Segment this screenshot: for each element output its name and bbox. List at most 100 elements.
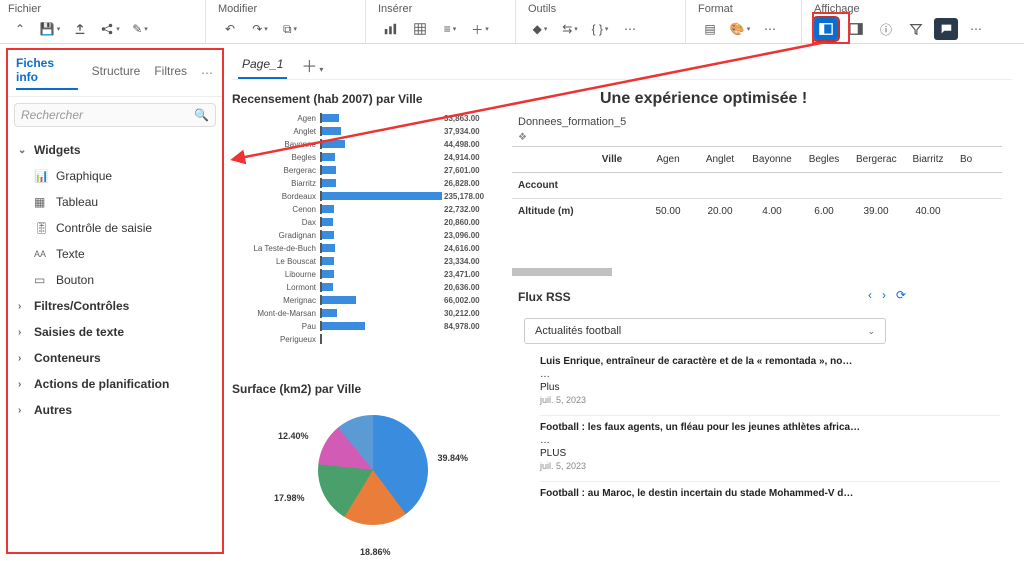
menu-group-file: Fichier ⌃ 💾▾ ▾ ✎▾ xyxy=(0,0,206,43)
pie-label-1: 39.84% xyxy=(437,453,468,463)
share-icon[interactable]: ▾ xyxy=(98,18,122,40)
col-truncated: Bo xyxy=(954,147,978,172)
bar-track xyxy=(320,256,440,266)
insert-chart-icon[interactable] xyxy=(378,18,402,40)
rss-item[interactable]: Football : au Maroc, le destin incertain… xyxy=(540,482,1000,509)
cat-conteneurs[interactable]: ›Conteneurs xyxy=(14,345,216,371)
undo-icon[interactable]: ↶ xyxy=(218,18,242,40)
bar-row: Libourne23,471.00 xyxy=(232,268,502,280)
cat-filtres[interactable]: ›Filtres/Contrôles xyxy=(14,293,216,319)
bar-track xyxy=(320,321,440,331)
chevron-down-icon: ⌄ xyxy=(18,145,28,156)
bar-category: Agen xyxy=(232,114,320,123)
tab-structure[interactable]: Structure xyxy=(92,64,141,82)
widget-bouton[interactable]: ▭Bouton xyxy=(14,267,216,293)
comments-icon[interactable] xyxy=(934,18,958,40)
page-tab-1[interactable]: Page_1 xyxy=(238,51,287,79)
panel-left-icon[interactable] xyxy=(814,18,838,40)
info-icon[interactable]: ⓘ xyxy=(874,18,898,40)
cat-widgets[interactable]: ⌄Widgets xyxy=(14,137,216,163)
bar-row: Perigueux xyxy=(232,333,502,345)
rss-prev-icon[interactable]: ‹ xyxy=(868,288,872,302)
bar-value: 23,096.00 xyxy=(444,231,480,240)
copy-icon[interactable]: ⧉▾ xyxy=(278,18,302,40)
bar-value: 24,914.00 xyxy=(444,153,480,162)
bar-fill xyxy=(322,283,333,291)
menu-label-format: Format xyxy=(698,3,793,15)
tab-more-icon[interactable]: ⋯ xyxy=(201,66,214,80)
panel-right-icon[interactable] xyxy=(844,18,868,40)
bar-chart-title: Recensement (hab 2007) par Ville xyxy=(232,92,423,106)
insert-table-icon[interactable] xyxy=(408,18,432,40)
bar-category: Anglet xyxy=(232,127,320,136)
bar-value: 30,212.00 xyxy=(444,309,480,318)
bar-row: Mont-de-Marsan 30,212.00 xyxy=(232,307,502,319)
button-icon: ▭ xyxy=(34,273,48,287)
flow-icon[interactable]: ⇆▾ xyxy=(558,18,582,40)
view-more-icon[interactable]: ⋯ xyxy=(964,18,988,40)
widget-graphique[interactable]: 📊Graphique xyxy=(14,163,216,189)
col-begles: Begles xyxy=(798,147,850,172)
insert-control-icon[interactable]: ≡▾ xyxy=(438,18,462,40)
bar-fill xyxy=(322,309,337,317)
search-input[interactable] xyxy=(21,108,194,122)
rss-refresh-icon[interactable]: ⟳ xyxy=(896,288,906,302)
menu-group-format: Format ▤ 🎨▾ ⋯ xyxy=(686,0,802,43)
pie-label-3: 17.98% xyxy=(274,493,305,503)
cat-saisies[interactable]: ›Saisies de texte xyxy=(14,319,216,345)
rss-dropdown[interactable]: Actualités football ⌄ xyxy=(524,318,886,344)
menubar: Fichier ⌃ 💾▾ ▾ ✎▾ Modifier ↶ ↷▾ ⧉▾ Insér… xyxy=(0,0,1024,44)
save-icon[interactable]: 💾▾ xyxy=(38,18,62,40)
tab-fiches-info[interactable]: Fiches info xyxy=(16,56,78,90)
bar-track xyxy=(320,204,440,214)
cat-planification[interactable]: ›Actions de planification xyxy=(14,371,216,397)
bar-category: Le Bouscat xyxy=(232,257,320,266)
tools-more-icon[interactable]: ⋯ xyxy=(618,18,642,40)
search-box[interactable]: 🔍 xyxy=(14,103,216,127)
bar-track xyxy=(320,139,440,149)
bar-row: Biarritz26,828.00 xyxy=(232,177,502,189)
menubar-collapse[interactable]: ⌃ xyxy=(8,18,32,40)
rss-next-icon[interactable]: › xyxy=(882,288,886,302)
format-more-icon[interactable]: ⋯ xyxy=(758,18,782,40)
add-page-button[interactable]: ＋▾ xyxy=(301,53,323,77)
redo-icon[interactable]: ↷▾ xyxy=(248,18,272,40)
cat-autres[interactable]: ›Autres xyxy=(14,397,216,423)
edit-icon[interactable]: ✎▾ xyxy=(128,18,152,40)
menu-label-file: Fichier xyxy=(8,3,197,15)
chevron-right-icon: › xyxy=(18,327,28,338)
bar-track xyxy=(320,295,440,305)
rss-item[interactable]: Football : les faux agents, un fléau pou… xyxy=(540,416,1000,482)
widget-tableau[interactable]: ▦Tableau xyxy=(14,189,216,215)
rss-title: Flux RSS xyxy=(518,290,571,304)
cube-icon[interactable]: ◆▾ xyxy=(528,18,552,40)
widget-controle[interactable]: 🎚Contrôle de saisie xyxy=(14,215,216,241)
chevron-right-icon: › xyxy=(18,405,28,416)
code-icon[interactable]: { }▾ xyxy=(588,18,612,40)
palette-icon[interactable]: 🎨▾ xyxy=(728,18,752,40)
bar-value: 66,002.00 xyxy=(444,296,480,305)
bar-track xyxy=(320,191,440,201)
widget-texte[interactable]: AATexte xyxy=(14,241,216,267)
export-icon[interactable] xyxy=(68,18,92,40)
bar-value: 33,863.00 xyxy=(444,114,480,123)
bar-fill xyxy=(322,140,345,148)
bar-row: La Teste-de-Buch24,616.00 xyxy=(232,242,502,254)
bar-value: 37,934.00 xyxy=(444,127,480,136)
col-bergerac: Bergerac xyxy=(850,147,902,172)
insert-more-icon[interactable]: ＋▾ xyxy=(468,18,492,40)
bar-value: 23,334.00 xyxy=(444,257,480,266)
data-table: Ville Agen Anglet Bayonne Begles Bergera… xyxy=(512,146,1002,224)
bar-category: Gradignan xyxy=(232,231,320,240)
bar-category: Mont-de-Marsan xyxy=(232,309,320,318)
tab-filtres[interactable]: Filtres xyxy=(154,64,187,82)
ruler-icon[interactable]: ▤ xyxy=(698,18,722,40)
left-panel-tabs: Fiches info Structure Filtres ⋯ xyxy=(8,50,222,97)
menu-label-edit: Modifier xyxy=(218,3,357,15)
bar-track xyxy=(320,126,440,136)
rss-item[interactable]: Luis Enrique, entraîneur de caractère et… xyxy=(540,350,1000,416)
filter-icon[interactable] xyxy=(904,18,928,40)
bar-category: Dax xyxy=(232,218,320,227)
bar-category: Pau xyxy=(232,322,320,331)
bar-value: 24,616.00 xyxy=(444,244,480,253)
